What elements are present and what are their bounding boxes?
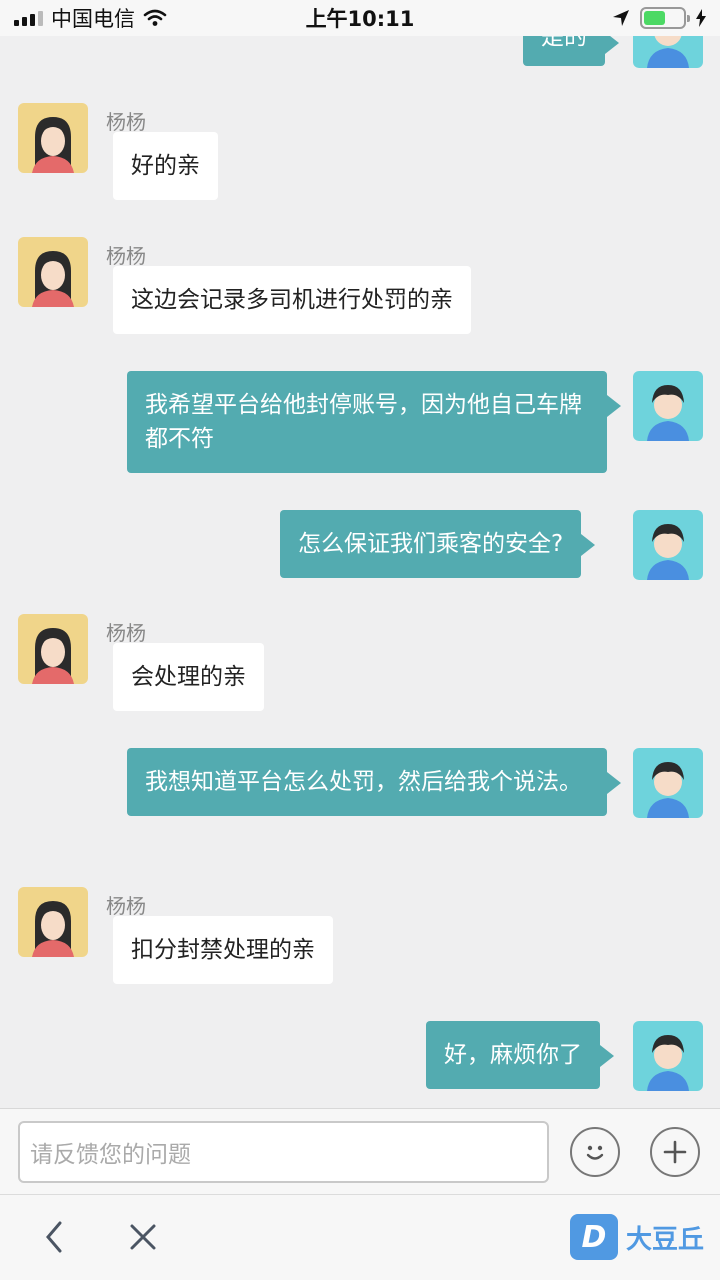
message-text: 我想知道平台怎么处罚，然后给我个说法。	[145, 769, 582, 795]
message-text: 扣分封禁处理的亲	[131, 937, 315, 963]
message-text: 怎么保证我们乘客的安全?	[298, 531, 564, 557]
chevron-left-icon	[46, 1221, 62, 1253]
agent-avatar	[18, 614, 88, 684]
incoming-message-bubble: 这边会记录多司机进行处罚的亲	[113, 266, 471, 334]
watermark: D 大豆丘	[570, 1207, 720, 1267]
wifi-icon	[143, 9, 167, 26]
outgoing-message-bubble: 怎么保证我们乘客的安全?	[280, 510, 596, 578]
plus-icon	[663, 1140, 687, 1164]
agent-name: 杨杨	[106, 894, 146, 918]
incoming-message-bubble: 会处理的亲	[113, 643, 264, 711]
agent-name: 杨杨	[106, 621, 146, 645]
smiley-icon	[586, 1145, 604, 1160]
agent-avatar	[18, 887, 88, 957]
outgoing-message-bubble: 我希望平台给他封停账号，因为他自己车牌都不符	[127, 371, 621, 473]
agent-avatar	[18, 103, 88, 173]
status-bar: 中国电信 上午10:11	[0, 0, 720, 36]
user-avatar	[633, 748, 703, 818]
message-text: 我希望平台给他封停账号，因为他自己车牌都不符	[145, 392, 582, 452]
emoji-button[interactable]	[570, 1127, 620, 1177]
input-placeholder: 请反馈您的问题	[30, 1142, 191, 1168]
user-avatar	[633, 510, 703, 580]
watermark-text: 大豆丘	[626, 1224, 705, 1255]
add-button[interactable]	[650, 1127, 700, 1177]
location-arrow-icon	[613, 10, 629, 26]
close-button[interactable]	[123, 1215, 163, 1259]
charging-icon	[696, 9, 706, 27]
incoming-message-bubble: 扣分封禁处理的亲	[113, 916, 333, 984]
message-text: 好，麻烦你了	[444, 1042, 582, 1068]
message-text: 这边会记录多司机进行处罚的亲	[131, 287, 453, 313]
message-text: 会处理的亲	[131, 664, 246, 690]
user-avatar	[633, 36, 703, 68]
outgoing-message-bubble: 是的	[523, 36, 619, 66]
close-icon	[130, 1224, 156, 1250]
incoming-message-bubble: 好的亲	[113, 132, 218, 200]
outgoing-message-bubble: 我想知道平台怎么处罚，然后给我个说法。	[127, 748, 621, 816]
user-avatar	[633, 371, 703, 441]
battery-icon	[640, 7, 690, 29]
back-button[interactable]	[34, 1215, 74, 1259]
outgoing-message-bubble: 好，麻烦你了	[426, 1021, 614, 1089]
input-bar: 请反馈您的问题	[0, 1108, 720, 1194]
agent-avatar	[18, 237, 88, 307]
signal-icon	[14, 10, 43, 26]
agent-name: 杨杨	[106, 110, 146, 134]
message-text: 好的亲	[131, 153, 200, 179]
chat-area[interactable]: 是的 杨杨 好的亲 杨杨 这边会记录多司机进行处罚的亲 我希望平台给他封停账号，…	[0, 36, 720, 1108]
feedback-input[interactable]: 请反馈您的问题	[18, 1121, 549, 1183]
carrier-label: 中国电信	[51, 7, 135, 31]
watermark-logo: D	[570, 1214, 618, 1260]
user-avatar	[633, 1021, 703, 1091]
agent-name: 杨杨	[106, 244, 146, 268]
message-text: 是的	[541, 36, 587, 50]
bottom-nav: D 大豆丘	[0, 1194, 720, 1280]
